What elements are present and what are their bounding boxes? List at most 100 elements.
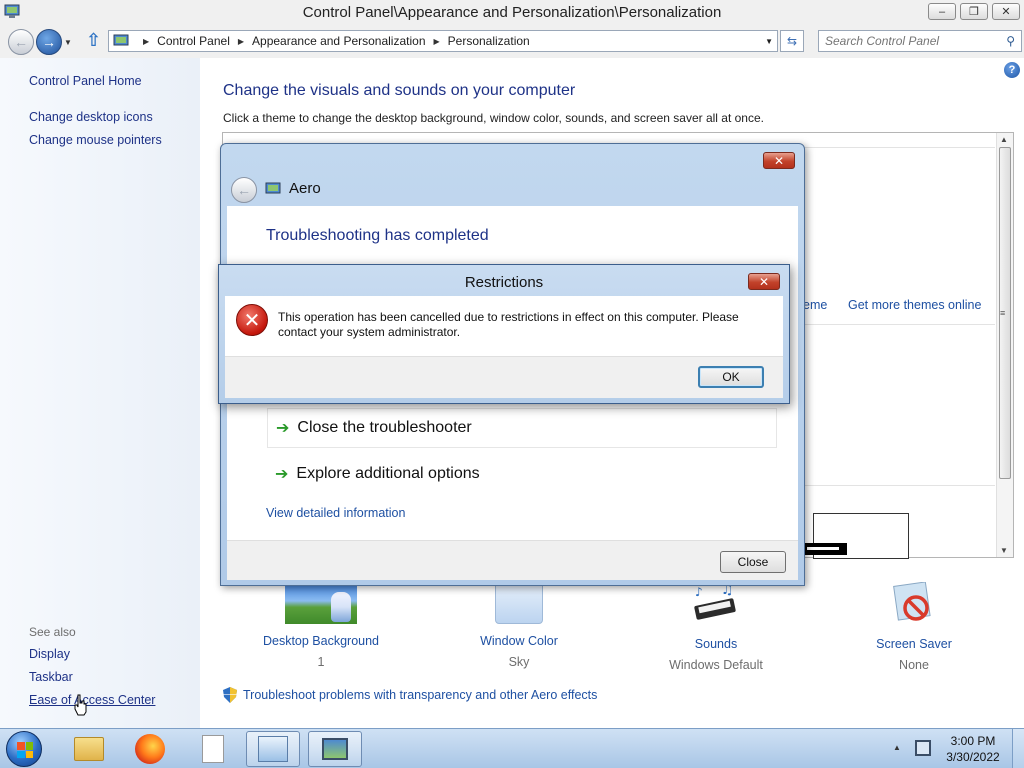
refresh-icon: ⇆ <box>786 34 798 48</box>
navigation-bar: ← → ▼ ⇧ ▶ Control Panel ▶ Appearance and… <box>0 26 1024 58</box>
restrictions-dialog: Restrictions ✕ ✕ This operation has been… <box>218 264 790 404</box>
clock-date: 3/30/2022 <box>946 750 1000 764</box>
monitor-icon <box>322 738 348 760</box>
close-window-button[interactable]: ✕ <box>992 3 1020 20</box>
explore-options-label[interactable]: Explore additional options <box>296 465 479 483</box>
theme-thumbnail[interactable] <box>803 543 847 555</box>
change-mouse-pointers-link[interactable]: Change mouse pointers <box>29 133 162 147</box>
address-bar[interactable]: ▶ Control Panel ▶ Appearance and Persona… <box>108 30 778 52</box>
explore-options-option[interactable]: ➔ Explore additional options <box>267 454 777 494</box>
breadcrumb-separator-icon[interactable]: ▶ <box>143 37 149 46</box>
close-troubleshooter-option[interactable]: ➔ Close the troubleshooter <box>267 408 777 448</box>
show-desktop-button[interactable] <box>1012 729 1024 768</box>
breadcrumb-appearance[interactable]: Appearance and Personalization <box>252 34 425 48</box>
sounds-icon[interactable]: ♫ ♪ <box>691 582 741 624</box>
screen-saver-tile[interactable]: Screen Saver None <box>834 581 994 672</box>
clock[interactable]: 3:00 PM 3/30/2022 <box>940 733 1006 765</box>
address-dropdown-icon[interactable]: ▼ <box>765 37 773 46</box>
troubleshoot-aero-link[interactable]: Troubleshoot problems with transparency … <box>223 687 597 703</box>
close-button[interactable]: Close <box>720 551 786 573</box>
back-arrow-icon: ← <box>14 34 28 50</box>
troubleshooter-footer: Close <box>227 540 798 580</box>
desktop-background-label[interactable]: Desktop Background <box>241 634 401 648</box>
taskbar-firefox[interactable] <box>123 731 177 767</box>
sounds-tile[interactable]: ♫ ♪ Sounds Windows Default <box>636 582 796 672</box>
ease-of-access-center-link[interactable]: Ease of Access Center <box>29 693 155 707</box>
network-icon[interactable] <box>915 740 931 756</box>
folder-icon <box>74 737 104 761</box>
ok-button[interactable]: OK <box>698 366 764 388</box>
breadcrumb-separator-icon[interactable]: ▶ <box>434 37 440 46</box>
maximize-button[interactable]: ❐ <box>960 3 988 20</box>
display-link[interactable]: Display <box>29 647 70 661</box>
taskbar-document[interactable] <box>186 731 240 767</box>
refresh-button[interactable]: ⇆ <box>780 30 804 52</box>
green-arrow-icon: ➔ <box>276 420 290 437</box>
window-color-label[interactable]: Window Color <box>439 634 599 648</box>
control-panel-icon <box>258 736 288 762</box>
taskbar-control-panel[interactable] <box>246 731 300 767</box>
troubleshoot-aero-label[interactable]: Troubleshoot problems with transparency … <box>243 688 597 702</box>
forward-button[interactable]: → <box>36 29 62 55</box>
help-icon[interactable]: ? <box>1004 62 1020 78</box>
green-arrow-icon: ➔ <box>275 466 289 483</box>
troubleshooter-title: Aero <box>289 180 321 197</box>
page-title: Change the visuals and sounds on your co… <box>223 82 576 99</box>
scroll-up-icon[interactable]: ▲ <box>1000 135 1008 144</box>
restrictions-close-icon[interactable]: ✕ <box>748 273 780 290</box>
search-input[interactable] <box>819 31 999 51</box>
desktop-background-value: 1 <box>317 655 325 669</box>
troubleshooter-heading: Troubleshooting has completed <box>266 227 489 244</box>
recent-pages-dropdown-icon[interactable]: ▼ <box>64 38 72 47</box>
restrictions-message: This operation has been cancelled due to… <box>278 310 739 339</box>
search-icon[interactable]: ⚲ <box>1006 34 1015 48</box>
save-theme-link[interactable]: eme <box>803 298 827 312</box>
screen-saver-icon[interactable] <box>892 581 936 624</box>
search-box[interactable]: ⚲ <box>818 30 1022 52</box>
troubleshooter-close-icon[interactable]: ✕ <box>763 152 795 169</box>
taskbar-explorer[interactable] <box>62 731 116 767</box>
taskbar-link[interactable]: Taskbar <box>29 670 73 684</box>
window-color-value: Sky <box>508 655 530 669</box>
troubleshooter-back-button[interactable]: ← <box>231 177 257 203</box>
up-arrow-icon[interactable]: ⇧ <box>86 30 101 51</box>
window-titlebar: Control Panel\Appearance and Personaliza… <box>0 0 1024 26</box>
taskbar-troubleshooter[interactable] <box>308 731 362 767</box>
desktop-background-tile[interactable]: Desktop Background 1 <box>241 582 401 669</box>
restrictions-body: ✕ This operation has been cancelled due … <box>225 296 783 356</box>
wallpaper-character <box>331 592 351 622</box>
window-color-tile[interactable]: Window Color Sky <box>439 582 599 669</box>
divider <box>803 485 995 486</box>
theme-list-scrollbar[interactable]: ▲ ≡ ▼ <box>996 133 1013 557</box>
forward-arrow-icon: → <box>42 34 56 50</box>
back-button[interactable]: ← <box>8 29 34 55</box>
restrictions-title: Restrictions <box>464 274 544 291</box>
screen-saver-label[interactable]: Screen Saver <box>834 637 994 651</box>
divider <box>803 324 995 325</box>
svg-text:♪: ♪ <box>695 585 703 599</box>
divider <box>803 147 995 148</box>
control-panel-icon <box>113 34 129 46</box>
desktop-background-thumbnail[interactable] <box>285 582 357 624</box>
breadcrumb-personalization[interactable]: Personalization <box>448 34 530 48</box>
get-more-themes-link[interactable]: Get more themes online <box>848 298 981 312</box>
scroll-down-icon[interactable]: ▼ <box>1000 546 1008 555</box>
firefox-icon <box>135 734 165 764</box>
close-troubleshooter-label[interactable]: Close the troubleshooter <box>297 419 471 437</box>
troubleshooter-header: ← Aero <box>227 174 798 208</box>
window-color-icon[interactable] <box>495 582 543 624</box>
left-navigation-pane: Control Panel Home Change desktop icons … <box>0 58 200 728</box>
change-desktop-icons-link[interactable]: Change desktop icons <box>29 110 153 124</box>
control-panel-home-link[interactable]: Control Panel Home <box>29 74 142 88</box>
start-button[interactable] <box>6 731 42 767</box>
breadcrumb-separator-icon[interactable]: ▶ <box>238 37 244 46</box>
see-also-heading: See also <box>29 625 76 639</box>
sounds-label[interactable]: Sounds <box>636 637 796 651</box>
shield-icon <box>223 687 237 703</box>
breadcrumb-control-panel[interactable]: Control Panel <box>157 34 230 48</box>
page-description: Click a theme to change the desktop back… <box>223 111 764 125</box>
show-hidden-icons-icon[interactable]: ▲ <box>893 743 901 752</box>
hand-cursor-icon <box>74 694 87 716</box>
view-detailed-information-link[interactable]: View detailed information <box>266 506 405 520</box>
minimize-button[interactable]: ‒ <box>928 3 956 20</box>
